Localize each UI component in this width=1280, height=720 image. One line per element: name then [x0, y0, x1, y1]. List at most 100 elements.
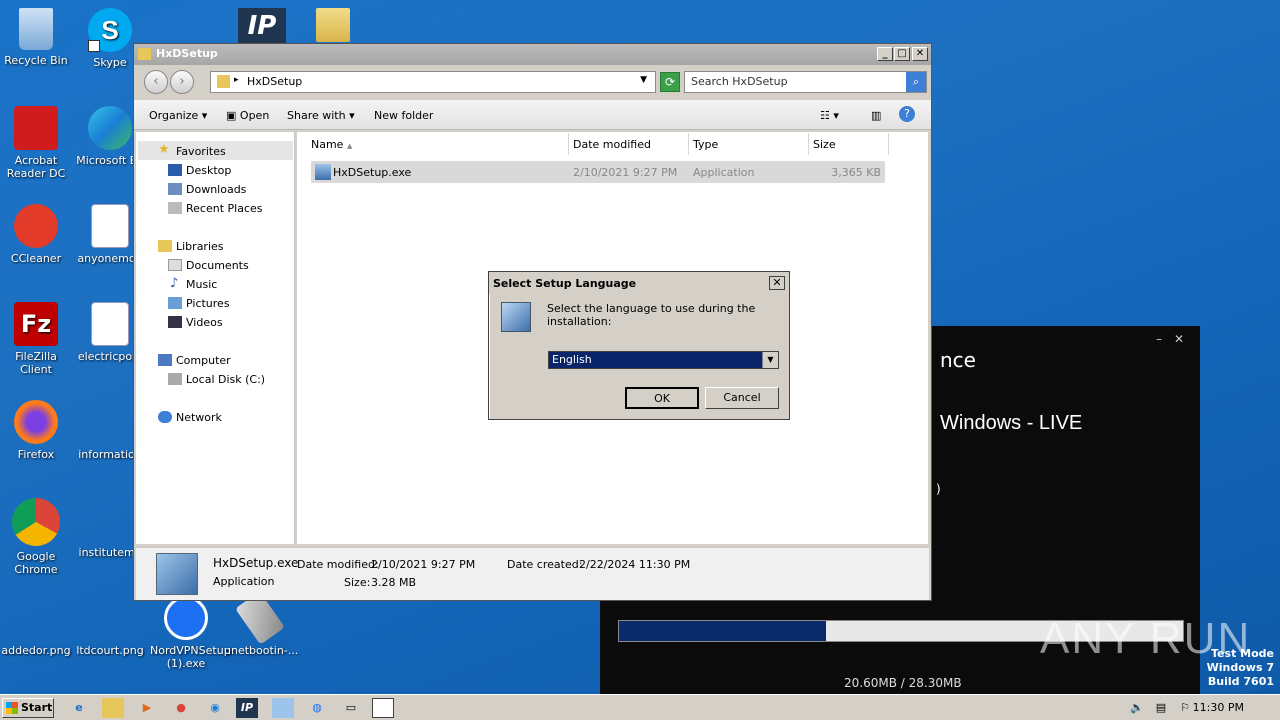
nav-recent-places[interactable]: Recent Places [186, 202, 263, 215]
desktop-icon-label: addedor.png [1, 644, 71, 657]
navigation-pane: ★ Favorites Desktop Downloads Recent Pla… [136, 132, 295, 544]
nordvpn-icon [164, 596, 208, 640]
ok-button[interactable]: OK [625, 387, 699, 409]
sort-up-icon: ▲ [346, 142, 353, 150]
details-pane: HxDSetup.exe Application Date modified: … [136, 547, 929, 600]
refresh-icon[interactable]: ⟳ [660, 72, 680, 92]
desktop-icon-label: CCleaner [10, 252, 62, 265]
installer-icon [156, 553, 198, 595]
preview-pane-icon[interactable]: ▥ [871, 109, 881, 122]
explorer-icon[interactable] [102, 698, 124, 718]
nav-documents[interactable]: Documents [186, 259, 249, 272]
setup-icon[interactable] [372, 698, 394, 718]
chevron-down-icon[interactable]: ▼ [640, 75, 647, 85]
close-button[interactable]: ✕ [912, 47, 928, 61]
recycle-bin-icon [19, 8, 53, 50]
nav-videos[interactable]: Videos [186, 316, 223, 329]
volume-icon[interactable]: 🔈 [1126, 698, 1148, 718]
blank-file-icon [88, 498, 132, 542]
command-bar: Organize ▾ ▣ Open Share with ▾ New folde… [134, 100, 931, 130]
desktop-icon-firefox[interactable]: Firefox [0, 400, 72, 461]
column-header-size[interactable]: Size [809, 133, 889, 155]
desktop-icon-chrome[interactable]: Google Chrome [0, 498, 72, 576]
search-input[interactable]: Search HxDSetup [684, 71, 927, 93]
chrome-icon[interactable]: ● [170, 698, 192, 718]
explorer-titlebar[interactable]: HxDSetup _ □ ✕ [134, 44, 931, 65]
language-select[interactable]: English ▼ [548, 351, 779, 369]
details-created: 2/22/2024 11:30 PM [579, 558, 691, 571]
minimize-icon[interactable]: – [1156, 332, 1162, 346]
local-disk-icon [168, 373, 182, 385]
nav-computer[interactable]: Computer [176, 354, 231, 367]
details-created-label: Date created: [507, 558, 583, 571]
desktop-icon-acrobat[interactable]: Acrobat Reader DC [0, 106, 72, 180]
cancel-button[interactable]: Cancel [705, 387, 779, 409]
column-header-date[interactable]: Date modified [569, 133, 689, 155]
address-bar[interactable]: ▸ HxDSetup ▼ [210, 71, 656, 93]
downloads-icon [168, 183, 182, 195]
minimize-button[interactable]: _ [877, 47, 893, 61]
nav-favorites[interactable]: Favorites [176, 145, 226, 158]
forward-button[interactable]: › [170, 70, 194, 94]
dialog-close-button[interactable]: ✕ [769, 276, 785, 290]
ie-icon[interactable]: e [68, 698, 90, 718]
open-button[interactable]: ▣ Open [226, 109, 269, 122]
breadcrumb-arrow-icon: ▸ [234, 75, 239, 85]
installer-icon[interactable] [272, 698, 294, 718]
nav-desktop[interactable]: Desktop [186, 164, 231, 177]
file-name: HxDSetup.exe [333, 166, 412, 179]
nav-network[interactable]: Network [176, 411, 222, 424]
nav-music[interactable]: Music [186, 278, 217, 291]
image-file-icon [88, 596, 132, 640]
music-icon: ♪ [170, 276, 179, 291]
nav-pictures[interactable]: Pictures [186, 297, 230, 310]
ip-app-icon[interactable]: IP [238, 8, 286, 44]
clock: 11:30 PM [1192, 701, 1244, 714]
language-selected-value: English [552, 353, 592, 366]
folder-icon[interactable] [316, 8, 350, 42]
column-header-type[interactable]: Type [689, 133, 809, 155]
desktop-icon-label: FileZilla Client [15, 350, 57, 376]
back-button[interactable]: ‹ [144, 70, 168, 94]
window-icon[interactable]: ▭ [340, 698, 362, 718]
blank-file-icon [88, 400, 132, 444]
details-file-name: HxDSetup.exe [213, 556, 299, 570]
nav-downloads[interactable]: Downloads [186, 183, 246, 196]
organize-button[interactable]: Organize ▾ [149, 109, 207, 122]
network-tray-icon[interactable]: ▤ [1150, 698, 1172, 718]
address-text: HxDSetup [247, 75, 303, 88]
nordvpn-icon[interactable]: ◍ [306, 698, 328, 718]
taskbar: Start e ▶ ● ◉ IP ◍ ▭ 🔈 ▤ ⚐ 11:30 PM [0, 694, 1280, 720]
desktop-icon-recycle-bin[interactable]: Recycle Bin [0, 8, 72, 67]
desktop-icon-filezilla[interactable]: Fz FileZilla Client [0, 302, 72, 376]
new-folder-button[interactable]: New folder [374, 109, 433, 122]
search-icon[interactable]: ⌕ [906, 72, 926, 92]
firefox-icon [14, 400, 58, 444]
close-icon[interactable]: ✕ [1174, 332, 1184, 346]
desktop-icon-label: Firefox [17, 448, 55, 461]
edge-icon[interactable]: ◉ [204, 698, 226, 718]
exe-file-icon [315, 164, 331, 180]
media-player-icon[interactable]: ▶ [136, 698, 158, 718]
folder-icon [217, 75, 230, 88]
desktop-icon-unetbootin[interactable]: unetbootin-... [224, 591, 298, 657]
desktop-icon-nordvpn[interactable]: NordVPNSetup (1).exe [150, 596, 231, 670]
skype-icon: S [88, 8, 132, 52]
help-icon[interactable]: ? [899, 106, 915, 122]
nav-local-disk[interactable]: Local Disk (C:) [186, 373, 265, 386]
chevron-down-icon[interactable]: ▼ [762, 352, 778, 368]
column-header-name[interactable]: Name ▲ [307, 133, 569, 155]
desktop-icon-ccleaner[interactable]: CCleaner [0, 204, 72, 265]
start-button[interactable]: Start [2, 698, 54, 718]
details-size-label: Size: [344, 576, 371, 589]
share-with-button[interactable]: Share with ▾ [287, 109, 355, 122]
desktop-icon-addedor[interactable]: addedor.png [0, 596, 72, 657]
search-placeholder: Search HxDSetup [691, 75, 788, 88]
table-row[interactable]: HxDSetup.exe 2/10/2021 9:27 PM Applicati… [311, 161, 885, 183]
ip-app-icon[interactable]: IP [236, 698, 258, 718]
nav-libraries[interactable]: Libraries [176, 240, 224, 253]
ccleaner-icon [14, 204, 58, 248]
views-icon[interactable]: ☷ ▾ [820, 109, 839, 122]
maximize-button[interactable]: □ [894, 47, 910, 61]
desktop-icon-ltdcourt[interactable]: ltdcourt.png [74, 596, 146, 657]
